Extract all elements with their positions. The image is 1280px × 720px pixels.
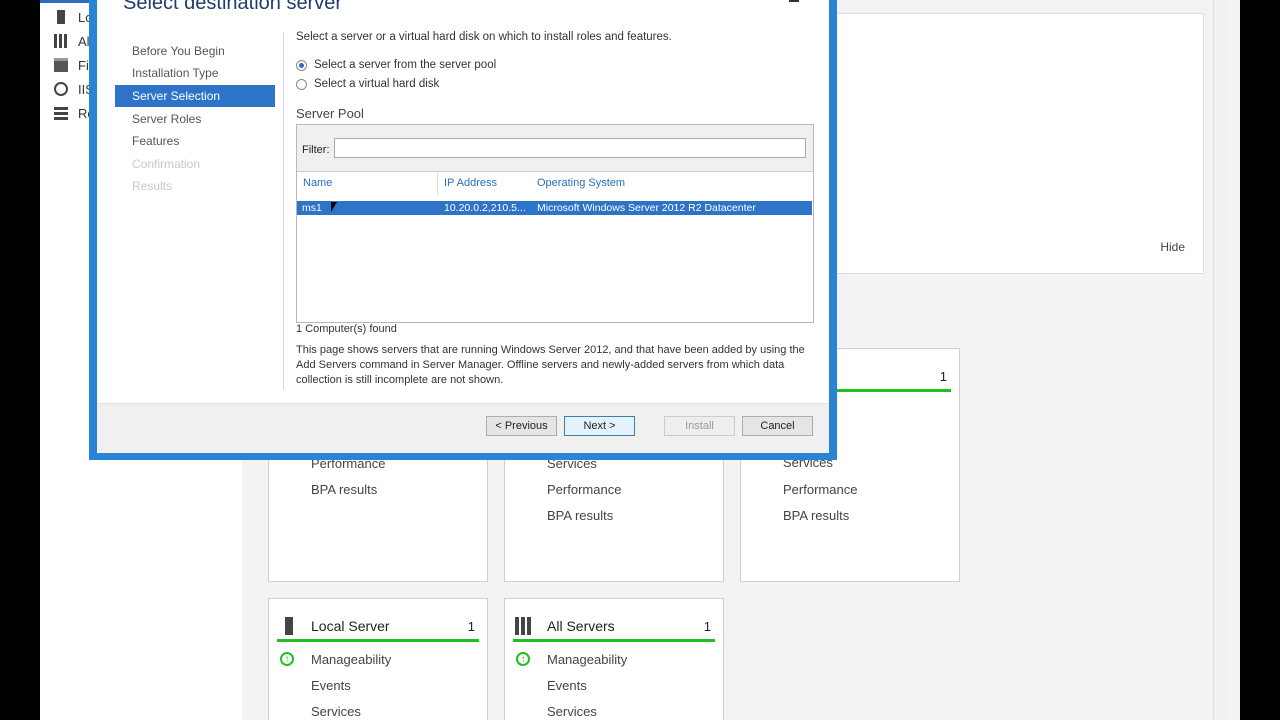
cancel-button[interactable]: Cancel xyxy=(742,416,813,436)
filter-input[interactable] xyxy=(334,138,806,158)
server-row-selected[interactable]: ms1 10.20.0.2,210.5... Microsoft Windows… xyxy=(297,201,812,215)
wizard-content: Select a server or a virtual hard disk o… xyxy=(296,0,816,400)
server-pool-list: Filter: Name IP Address Operating System… xyxy=(296,124,814,323)
tile-count: 1 xyxy=(703,618,711,634)
nav-item-label: Al xyxy=(78,33,90,49)
hide-link[interactable]: Hide xyxy=(1160,240,1185,254)
tile-header: Local Server 1 xyxy=(277,613,479,642)
nav-item-file-storage[interactable]: Fil xyxy=(54,54,92,76)
step-server-selection[interactable]: Server Selection xyxy=(115,85,275,107)
tile-row[interactable]: Manageability xyxy=(311,652,391,667)
column-header-ip[interactable]: IP Address xyxy=(444,177,497,189)
wizard-body: Select destination server ▬ Before You B… xyxy=(97,0,829,453)
server-icon xyxy=(57,10,65,24)
option-virtual-hard-disk[interactable]: Select a virtual hard disk xyxy=(296,78,439,90)
tile-row[interactable]: Services xyxy=(311,704,361,719)
nav-item-iis[interactable]: IIS xyxy=(54,78,94,100)
info-text: This page shows servers that are running… xyxy=(296,344,805,386)
step-results: Results xyxy=(132,179,173,193)
tile-row[interactable]: Events xyxy=(311,678,351,693)
computers-found-count: 1 Computer(s) found xyxy=(296,323,397,335)
server-icon xyxy=(285,617,293,635)
remote-access-icon xyxy=(54,106,68,120)
install-button: Install xyxy=(664,416,735,436)
tile-row[interactable]: Services xyxy=(547,704,597,719)
iis-icon xyxy=(54,82,68,96)
tile-row[interactable]: Performance xyxy=(547,482,621,497)
mouse-cursor-icon xyxy=(331,202,337,212)
filter-label: Filter: xyxy=(302,144,330,156)
next-button[interactable]: Next > xyxy=(564,416,635,436)
step-server-roles[interactable]: Server Roles xyxy=(115,108,275,130)
tile-row[interactable]: BPA results xyxy=(311,482,377,497)
tile-row[interactable]: Manageability xyxy=(547,652,627,667)
step-installation-type[interactable]: Installation Type xyxy=(115,62,275,84)
wizard-footer: < Previous Next > Install Cancel xyxy=(97,403,829,453)
nav-item-local-server[interactable]: Lo xyxy=(54,6,92,28)
welcome-panel: Hide xyxy=(832,13,1204,274)
instruction-text: Select a server or a virtual hard disk o… xyxy=(296,31,672,43)
steps-divider xyxy=(283,32,284,390)
option-server-pool[interactable]: Select a server from the server pool xyxy=(296,59,496,71)
column-divider xyxy=(437,173,438,195)
server-os: Microsoft Windows Server 2012 R2 Datacen… xyxy=(537,202,756,214)
step-confirmation: Confirmation xyxy=(132,157,201,171)
server-ip: 10.20.0.2,210.5... xyxy=(444,202,526,214)
tile-count: 1 xyxy=(939,368,947,384)
radio-virtual-hard-disk[interactable] xyxy=(296,78,307,90)
tile-title[interactable]: Local Server xyxy=(311,618,468,634)
local-server-tile[interactable]: Local Server 1 ↑ Manageability Events Se… xyxy=(268,598,488,720)
tile-row[interactable]: Performance xyxy=(783,482,857,497)
dashboard-scrollbar[interactable] xyxy=(1213,0,1227,720)
nav-item-all-servers[interactable]: Al xyxy=(54,30,90,52)
servers-grid-icon xyxy=(515,617,533,635)
radio-server-pool[interactable] xyxy=(296,59,307,71)
tile-title[interactable]: All Servers xyxy=(547,618,704,634)
tile-header: All Servers 1 xyxy=(513,613,715,642)
tile-count: 1 xyxy=(467,618,475,634)
status-ok-icon: ↑ xyxy=(280,652,294,666)
option-label: Select a server from the server pool xyxy=(314,59,497,71)
tile-row[interactable]: BPA results xyxy=(783,508,849,523)
column-header-name[interactable]: Name xyxy=(303,177,332,189)
step-before-you-begin[interactable]: Before You Begin xyxy=(115,40,275,62)
nav-selection-indicator xyxy=(40,0,90,3)
all-servers-tile[interactable]: All Servers 1 ↑ Manageability Events Ser… xyxy=(504,598,724,720)
server-pool-label: Server Pool xyxy=(296,106,364,121)
servers-grid-icon xyxy=(54,34,68,48)
add-roles-wizard: Select destination server ▬ Before You B… xyxy=(89,0,837,460)
option-label: Select a virtual hard disk xyxy=(314,78,440,90)
status-ok-icon: ↑ xyxy=(516,652,530,666)
screen-border xyxy=(1240,0,1280,720)
file-storage-icon xyxy=(54,58,68,72)
wizard-steps: Before You Begin Installation Type Serve… xyxy=(97,0,283,400)
previous-button[interactable]: < Previous xyxy=(486,416,557,436)
step-features[interactable]: Features xyxy=(115,130,275,152)
tile-row[interactable]: Events xyxy=(547,678,587,693)
filter-area: Filter: xyxy=(297,125,813,172)
column-header-os[interactable]: Operating System xyxy=(537,177,625,189)
server-name: ms1 xyxy=(302,202,322,214)
tile-row[interactable]: BPA results xyxy=(547,508,613,523)
